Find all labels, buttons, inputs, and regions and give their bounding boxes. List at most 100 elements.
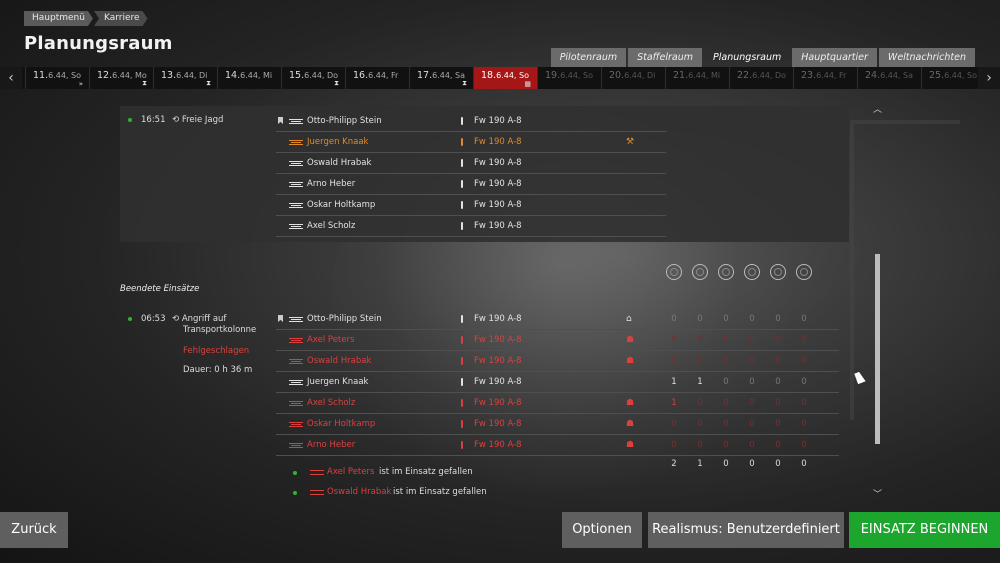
timeline-day[interactable]: 14.6.44, Mi: [217, 67, 281, 89]
day-label: 6.44, Mi: [240, 71, 273, 80]
pilot-stat: 0: [775, 314, 781, 324]
timeline-day[interactable]: 21.6.44, Mi: [665, 67, 729, 89]
pilot-stat: 0: [671, 314, 677, 324]
day-number: 25.: [929, 70, 945, 81]
day-number: 17.: [417, 70, 433, 81]
content-scrollbar[interactable]: ︿ ﹀: [873, 102, 882, 500]
timeline-day[interactable]: 25.6.44, So: [921, 67, 985, 89]
timeline-day[interactable]: 20.6.44, Di: [601, 67, 665, 89]
timeline-day[interactable]: 15.6.44, Do ⧗: [281, 67, 345, 89]
page-title: Planungsraum: [24, 33, 173, 54]
scrollbar-thumb[interactable]: [875, 254, 880, 444]
day-number: 19.: [545, 70, 561, 81]
scroll-up-icon[interactable]: ︿: [873, 102, 882, 115]
fuel-icon: [461, 180, 463, 188]
options-button[interactable]: Optionen: [562, 512, 642, 548]
day-number: 21.: [673, 70, 689, 81]
pilot-stat: 0: [723, 419, 729, 429]
completed-mission-type-line2: Transportkolonne: [183, 325, 257, 335]
pilot-row[interactable]: Axel Peters Fw 190 A-8 ☗ 0 0 0 0 0 0: [276, 330, 839, 351]
pilot-stat: 0: [671, 419, 677, 429]
timeline-day[interactable]: 13.6.44, Di ⧗: [153, 67, 217, 89]
tab-world-news[interactable]: Weltnachrichten: [878, 48, 975, 67]
pilot-row[interactable]: Oswald Hrabak Fw 190 A-8: [276, 153, 666, 174]
tab-squadron-room[interactable]: Staffelraum: [628, 48, 703, 67]
pilot-stat: 0: [723, 314, 729, 324]
pilot-row[interactable]: Juergen Knaak Fw 190 A-8 1 1 0 0 0 0: [276, 372, 839, 393]
rank-insignia-icon: [289, 338, 303, 343]
breadcrumb-main-menu[interactable]: Hauptmenü: [24, 11, 93, 26]
leader-bookmark-icon: [278, 117, 283, 124]
timeline-day[interactable]: 11.6.44, So»: [25, 67, 89, 89]
pilot-status-icon: ☗: [626, 398, 635, 408]
planned-mission-type-label: Freie Jagd: [181, 115, 224, 125]
day-label: 6.44, So: [944, 71, 977, 80]
pilot-status-icon: ☗: [626, 440, 635, 450]
pilot-stat: 0: [775, 398, 781, 408]
timeline-day[interactable]: 19.6.44, So: [537, 67, 601, 89]
timeline-day[interactable]: 18.6.44, So ▦: [473, 67, 537, 89]
timeline-day[interactable]: 16.6.44, Fr: [345, 67, 409, 89]
pilot-stat: 0: [697, 398, 703, 408]
pilot-stat: 0: [723, 356, 729, 366]
day-mark-icon: ⧗: [206, 79, 211, 87]
pilot-name: Oskar Holtkamp: [307, 419, 376, 429]
pilot-row[interactable]: Oskar Holtkamp Fw 190 A-8 ☗ 0 0 0 0 0 0: [276, 414, 839, 435]
pilot-stat: 0: [723, 335, 729, 345]
aircraft-type: Fw 190 A-8: [474, 137, 522, 147]
timeline-day[interactable]: 17.6.44, Sa ⧗: [409, 67, 473, 89]
scroll-down-icon[interactable]: ﹀: [873, 487, 882, 500]
rank-insignia-icon: [289, 359, 303, 364]
casualty-name: Axel Peters: [327, 467, 375, 477]
tab-bar: Pilotenraum Staffelraum Planungsraum Hau…: [550, 48, 975, 67]
pilot-stat: 0: [671, 440, 677, 450]
pilot-stat: 0: [697, 314, 703, 324]
pilot-status-icon: ☗: [626, 335, 635, 345]
target-icon: [770, 264, 786, 280]
aircraft-type: Fw 190 A-8: [474, 221, 522, 231]
pilot-row[interactable]: Arno Heber Fw 190 A-8 ☗ 0 0 0 0 0 0: [276, 435, 839, 456]
breadcrumb-career[interactable]: Karriere: [94, 11, 148, 26]
pilot-stat: 0: [749, 335, 755, 345]
pilot-row[interactable]: Oswald Hrabak Fw 190 A-8 ☗ 0 0 0 0 0 0: [276, 351, 839, 372]
pilot-row[interactable]: Axel Scholz Fw 190 A-8: [276, 216, 666, 237]
fuel-icon: [461, 357, 463, 365]
timeline-day[interactable]: 22.6.44, Do: [729, 67, 793, 89]
completed-mission-type-line1: Angriff auf: [181, 314, 227, 324]
pilot-stat: 0: [775, 356, 781, 366]
pilot-row[interactable]: Oskar Holtkamp Fw 190 A-8: [276, 195, 666, 216]
pilot-row[interactable]: Axel Scholz Fw 190 A-8 ☗ 1 0 0 0 0 0: [276, 393, 839, 414]
total-stat: 0: [749, 459, 755, 469]
day-number: 16.: [353, 70, 369, 81]
pilot-row[interactable]: Otto-Philipp Stein Fw 190 A-8: [276, 111, 666, 132]
tab-planning-room[interactable]: Planungsraum: [704, 48, 790, 67]
tab-pilot-room[interactable]: Pilotenraum: [550, 48, 627, 67]
pilot-stat: 0: [775, 440, 781, 450]
timeline-day[interactable]: 24.6.44, Sa: [857, 67, 921, 89]
pilot-stat: 0: [671, 335, 677, 345]
pilot-stat: 0: [697, 419, 703, 429]
fuel-icon: [461, 336, 463, 344]
timeline-day[interactable]: 23.6.44, Fr: [793, 67, 857, 89]
day-mark-icon: ⧗: [334, 79, 339, 87]
pilot-row[interactable]: Juergen Knaak Fw 190 A-8 ⚒: [276, 132, 666, 153]
total-stat: 0: [775, 459, 781, 469]
pilot-status-icon: ☗: [626, 356, 635, 366]
pilot-row[interactable]: Otto-Philipp Stein Fw 190 A-8 ⌂ 0 0 0 0 0 0: [276, 309, 839, 330]
pilot-status-icon: ⌂: [626, 314, 632, 324]
day-mark-icon: ⧗: [462, 79, 467, 87]
day-mark-icon: ⧗: [142, 79, 147, 87]
timeline-day[interactable]: 12.6.44, Mo ⧗: [89, 67, 153, 89]
timeline-next-arrow-icon[interactable]: ›: [978, 67, 1000, 89]
day-label: 6.44, Sa: [880, 71, 913, 80]
breadcrumb: Hauptmenü Karriere: [24, 11, 149, 26]
realism-button[interactable]: Realismus: Benutzerdefiniert: [648, 512, 844, 548]
pilot-status-icon: ⚒: [626, 137, 635, 147]
casualty-name: Oswald Hrabak: [327, 487, 392, 497]
tab-headquarters[interactable]: Hauptquartier: [792, 48, 877, 67]
back-button[interactable]: Zurück: [0, 512, 68, 548]
pilot-stat: 0: [801, 377, 807, 387]
start-mission-button[interactable]: EINSATZ BEGINNEN: [849, 512, 1000, 548]
timeline-prev-arrow-icon[interactable]: ‹: [0, 67, 22, 89]
pilot-row[interactable]: Arno Heber Fw 190 A-8: [276, 174, 666, 195]
